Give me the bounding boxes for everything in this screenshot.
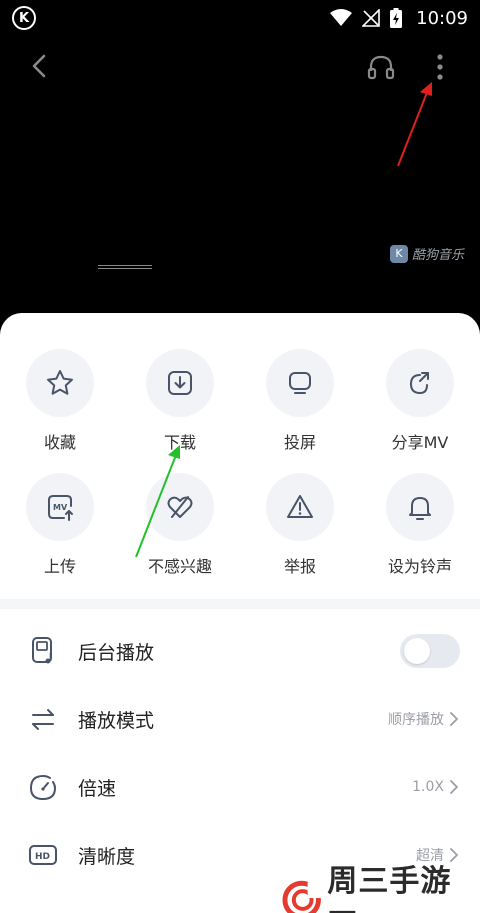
favorite-button[interactable] — [26, 349, 94, 417]
speed-gauge-icon — [28, 772, 58, 802]
share-mv-button[interactable] — [386, 349, 454, 417]
download-action[interactable]: 下载 — [132, 349, 228, 453]
share-mv-action[interactable]: 分享MV — [372, 349, 468, 453]
speed-row[interactable]: 倍速 1.0X — [0, 753, 480, 821]
chevron-right-icon — [450, 780, 458, 794]
report-action[interactable]: 举报 — [252, 473, 348, 577]
cast-screen-icon — [289, 372, 311, 394]
site-watermark: 周三手游网 — [282, 856, 480, 913]
speed-label: 倍速 — [78, 777, 117, 800]
status-bar: K 10:09 — [0, 0, 480, 36]
svg-text:HD: HD — [35, 852, 50, 862]
set-ringtone-button[interactable] — [386, 473, 454, 541]
cast-action[interactable]: 投屏 — [252, 349, 348, 453]
toggle-knob — [404, 638, 430, 664]
watermark-text: 酷狗音乐 — [412, 248, 465, 263]
play-mode-icon — [28, 704, 58, 734]
play-mode-label: 播放模式 — [78, 709, 155, 732]
site-logo-icon — [282, 880, 322, 913]
upload-label: 上传 — [43, 557, 76, 576]
kugou-logo-icon: K — [390, 244, 408, 263]
play-mode-row[interactable]: 播放模式 顺序播放 — [0, 685, 480, 753]
site-watermark-text: 周三手游网 — [327, 864, 452, 913]
upload-action[interactable]: MV 上传 — [12, 473, 108, 577]
cast-label: 投屏 — [283, 433, 316, 452]
download-button[interactable] — [146, 349, 214, 417]
loading-indicator — [98, 265, 152, 269]
back-arrow-icon[interactable] — [26, 52, 54, 80]
background-play-label: 后台播放 — [78, 641, 155, 664]
background-play-toggle[interactable] — [400, 634, 460, 668]
speed-value: 1.0X — [412, 779, 458, 795]
bell-icon — [409, 497, 431, 520]
video-watermark: K 酷狗音乐 — [390, 244, 464, 263]
background-play-row[interactable]: 后台播放 — [0, 617, 480, 685]
background-play-icon — [28, 636, 58, 666]
speed-value-text: 1.0X — [412, 779, 444, 795]
quality-label: 清晰度 — [78, 845, 136, 868]
report-label: 举报 — [283, 557, 316, 576]
svg-text:MV: MV — [53, 503, 68, 512]
annotation-green-arrow — [135, 445, 180, 558]
star-icon — [47, 370, 73, 395]
report-warning-icon — [287, 495, 313, 518]
battery-charging-icon — [390, 8, 403, 28]
upload-button[interactable]: MV — [26, 473, 94, 541]
favorite-action[interactable]: 收藏 — [12, 349, 108, 453]
share-mv-label: 分享MV — [391, 433, 449, 452]
set-ringtone-action[interactable]: 设为铃声 — [372, 473, 468, 577]
share-icon — [409, 372, 429, 395]
play-mode-value: 顺序播放 — [388, 709, 458, 729]
section-divider — [0, 599, 480, 609]
wifi-icon — [330, 9, 353, 26]
no-signal-icon — [362, 9, 380, 27]
more-options-sheet: 收藏 下载 投屏 分享MV MV 上传 不感兴趣 举报 设为铃声 后台播放 播放… — [0, 313, 480, 913]
cast-button[interactable] — [266, 349, 334, 417]
favorite-label: 收藏 — [43, 433, 76, 452]
app-notification-icon: K — [12, 6, 36, 30]
chevron-right-icon — [450, 712, 458, 726]
upload-mv-icon: MV — [48, 495, 73, 521]
action-grid: 收藏 下载 投屏 分享MV MV 上传 不感兴趣 举报 设为铃声 — [0, 313, 480, 609]
status-time: 10:09 — [416, 7, 468, 29]
hd-icon: HD — [28, 840, 58, 870]
report-button[interactable] — [266, 473, 334, 541]
set-ringtone-label: 设为铃声 — [387, 557, 452, 576]
download-icon — [168, 371, 192, 395]
annotation-red-arrow — [397, 82, 432, 167]
play-mode-value-text: 顺序播放 — [388, 712, 444, 728]
